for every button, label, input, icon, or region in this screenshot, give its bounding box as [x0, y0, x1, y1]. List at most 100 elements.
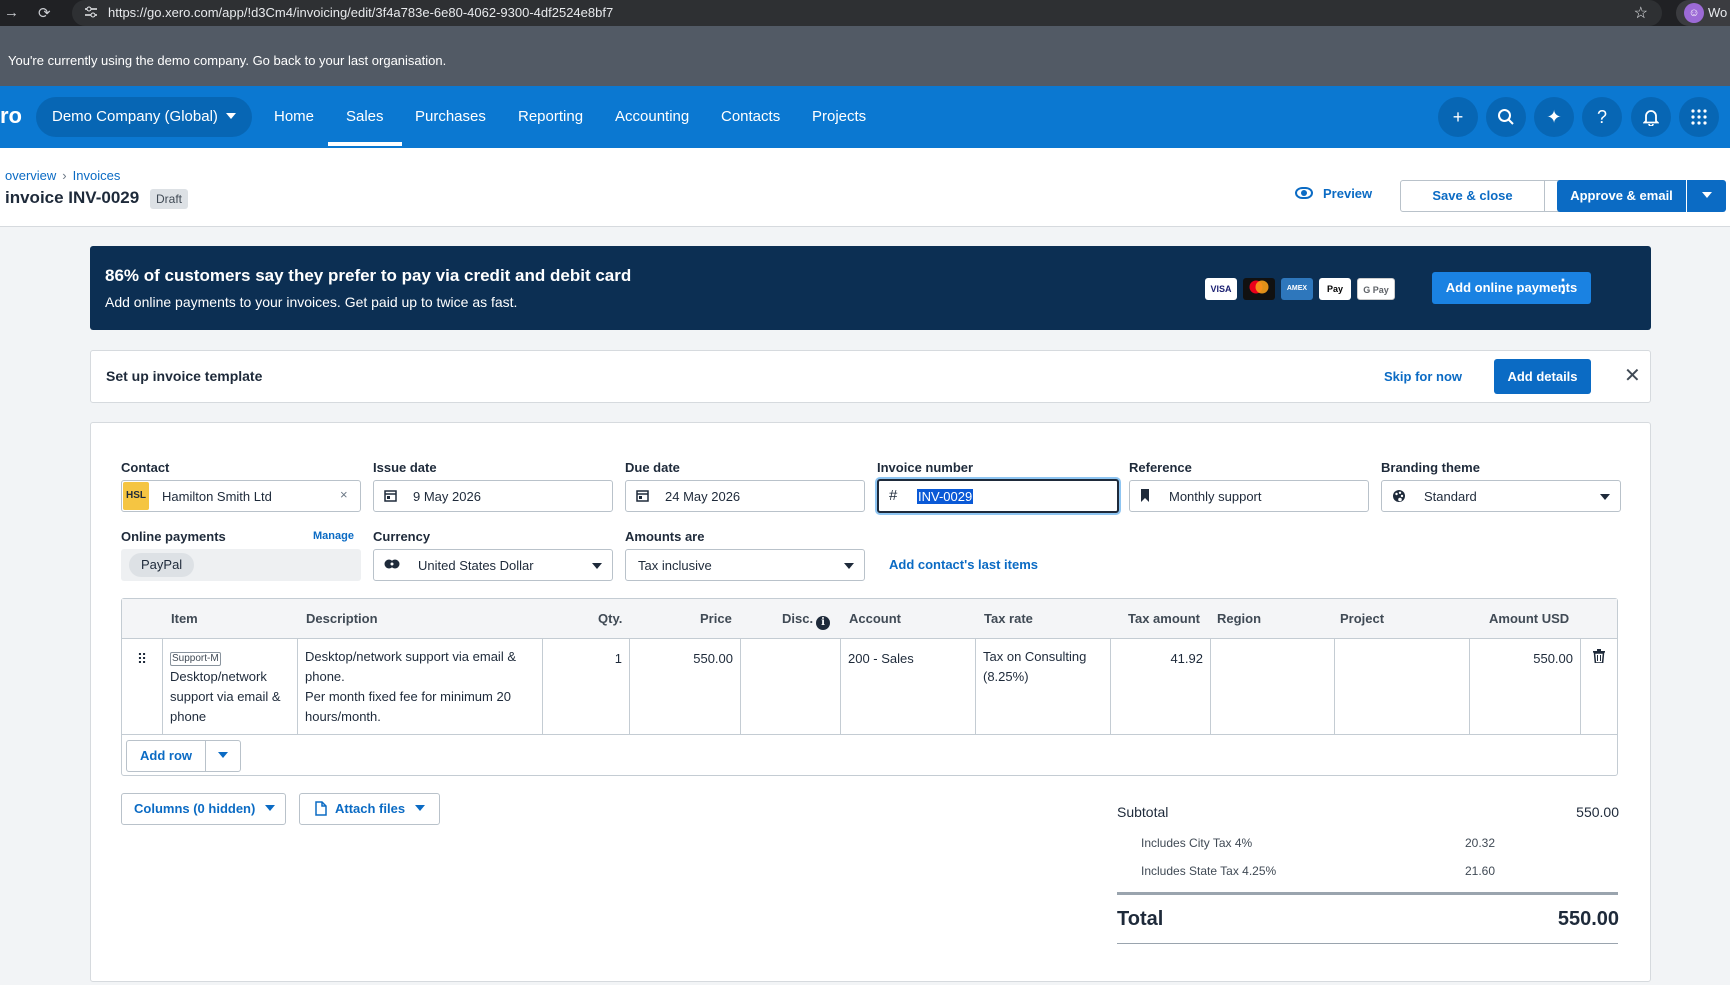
nav-purchases[interactable]: Purchases: [415, 108, 486, 125]
site-settings-icon[interactable]: [84, 5, 98, 19]
paypal-pill[interactable]: PayPal: [129, 553, 195, 577]
currency-label: Currency: [373, 529, 431, 544]
amounts-are-select[interactable]: Tax inclusive: [625, 549, 865, 581]
qty-cell[interactable]: 1: [543, 639, 630, 734]
description-cell[interactable]: Desktop/network support via email & phon…: [298, 639, 543, 734]
reference-value: Monthly support: [1169, 489, 1262, 504]
issue-date-label: Issue date: [373, 460, 437, 475]
add-contacts-last-items-link[interactable]: Add contact's last items: [889, 557, 1038, 572]
drag-handle-icon[interactable]: ⠿: [122, 639, 163, 734]
header-project: Project: [1340, 611, 1385, 626]
org-switcher[interactable]: Demo Company (Global): [36, 97, 252, 137]
search-icon[interactable]: [1486, 97, 1526, 137]
nav-accounting[interactable]: Accounting: [615, 108, 689, 125]
invoice-number-field[interactable]: # INV-0029: [877, 479, 1119, 513]
sparkle-icon[interactable]: ✦: [1534, 97, 1574, 137]
branding-theme-select[interactable]: Standard: [1381, 480, 1621, 512]
manage-link[interactable]: Manage: [313, 530, 354, 542]
branding-theme-value: Standard: [1424, 489, 1477, 504]
nav-home[interactable]: Home: [274, 108, 314, 125]
chevron-down-icon: [264, 805, 275, 811]
nav-reporting[interactable]: Reporting: [518, 108, 583, 125]
invoice-number-value: INV-0029: [917, 489, 974, 504]
hash-icon: #: [889, 487, 898, 504]
line-items-table: Item Description Qty. Price Disc. i Accou…: [121, 598, 1618, 776]
apps-grid-icon[interactable]: [1679, 97, 1719, 137]
add-row-options-button[interactable]: [205, 740, 241, 772]
table-row: ⠿ Support-M Desktop/network support via …: [122, 639, 1617, 735]
reference-field[interactable]: Monthly support: [1129, 480, 1369, 512]
header-tax-amount: Tax amount: [1128, 611, 1200, 626]
contact-field[interactable]: HSL Hamilton Smith Ltd ×: [121, 480, 361, 512]
columns-label: Columns (0 hidden): [134, 801, 256, 816]
eye-icon: [1295, 187, 1313, 199]
currency-select[interactable]: United States Dollar: [373, 549, 613, 581]
close-icon[interactable]: ✕: [1624, 363, 1641, 388]
approve-options-button[interactable]: [1687, 180, 1726, 212]
invoice-template-bar: Set up invoice template Skip for now Add…: [90, 350, 1651, 403]
nav-projects[interactable]: Projects: [812, 108, 866, 125]
demo-company-banner: You're currently using the demo company.…: [0, 26, 1730, 86]
preview-button[interactable]: Preview: [1295, 186, 1372, 201]
item-code: Support-M: [170, 652, 221, 666]
visa-icon: VISA: [1205, 278, 1237, 300]
breadcrumb-overview[interactable]: overview: [5, 168, 56, 183]
add-details-button[interactable]: Add details: [1494, 359, 1591, 394]
url-text: https://go.xero.com/app/!d3Cm4/invoicing…: [108, 5, 614, 20]
more-options-icon[interactable]: ⋮: [1554, 276, 1572, 297]
delete-row-icon[interactable]: [1581, 639, 1617, 734]
amount-cell[interactable]: 550.00: [1470, 639, 1581, 734]
attach-files-button[interactable]: Attach files: [299, 793, 440, 825]
total-label: Total: [1117, 908, 1164, 930]
profile-label: Wo: [1708, 5, 1728, 20]
reload-icon[interactable]: ⟳: [38, 4, 51, 22]
subtotal-value: 550.00: [1576, 804, 1619, 820]
region-cell[interactable]: [1211, 639, 1335, 734]
org-name: Demo Company (Global): [52, 108, 218, 125]
help-icon[interactable]: ?: [1582, 97, 1622, 137]
online-payments-box: PayPal: [121, 549, 361, 581]
approve-email-button[interactable]: Approve & email: [1557, 180, 1686, 212]
item-cell[interactable]: Support-M Desktop/network support via em…: [163, 639, 298, 734]
header-account: Account: [849, 611, 901, 626]
issue-date-field[interactable]: 9 May 2026: [373, 480, 613, 512]
project-cell[interactable]: [1335, 639, 1470, 734]
currency-icon: [384, 558, 400, 573]
nav-sales[interactable]: Sales: [328, 108, 401, 146]
profile-button[interactable]: ☺ Wo: [1676, 0, 1730, 26]
bell-icon[interactable]: [1631, 97, 1671, 137]
description-line-2: Per month fixed fee for minimum 20 hours…: [305, 689, 511, 724]
tax-rate-cell[interactable]: Tax on Consulting (8.25%): [976, 639, 1111, 734]
columns-button[interactable]: Columns (0 hidden): [121, 793, 286, 825]
amex-icon: AMEX: [1281, 278, 1313, 300]
header-item: Item: [171, 611, 198, 626]
add-row-button[interactable]: Add row: [126, 740, 206, 772]
palette-icon: [1392, 489, 1406, 506]
info-icon[interactable]: i: [816, 616, 831, 630]
invoice-form: Contact Issue date Due date Invoice numb…: [90, 422, 1651, 982]
tax-amount-cell[interactable]: 41.92: [1111, 639, 1211, 734]
breadcrumb: overview › Invoices: [5, 168, 120, 183]
save-close-button[interactable]: Save & close: [1400, 180, 1545, 212]
demo-banner-text: You're currently using the demo company.…: [8, 53, 447, 68]
plus-icon[interactable]: +: [1438, 97, 1478, 137]
nav-contacts[interactable]: Contacts: [721, 108, 780, 125]
skip-for-now-link[interactable]: Skip for now: [1384, 369, 1462, 384]
invoice-number-label: Invoice number: [877, 460, 974, 475]
due-date-field[interactable]: 24 May 2026: [625, 480, 865, 512]
clear-icon[interactable]: ×: [340, 487, 348, 502]
browser-toolbar: → ⟳ https://go.xero.com/app/!d3Cm4/invoi…: [0, 0, 1730, 26]
address-bar[interactable]: https://go.xero.com/app/!d3Cm4/invoicing…: [72, 0, 1662, 26]
bookmark-icon: [1140, 489, 1150, 505]
bookmark-star-icon[interactable]: ☆: [1634, 3, 1648, 23]
totals-bottom-divider: [1117, 943, 1618, 944]
price-cell[interactable]: 550.00: [630, 639, 741, 734]
header-disc-label: Disc.: [782, 611, 814, 626]
back-icon[interactable]: →: [4, 4, 19, 21]
discount-cell[interactable]: [741, 639, 841, 734]
xero-logo[interactable]: ro: [0, 103, 22, 129]
account-cell[interactable]: 200 - Sales: [841, 639, 976, 734]
breadcrumb-invoices[interactable]: Invoices: [73, 168, 121, 183]
branding-theme-label: Branding theme: [1381, 460, 1480, 475]
reference-label: Reference: [1129, 460, 1192, 475]
